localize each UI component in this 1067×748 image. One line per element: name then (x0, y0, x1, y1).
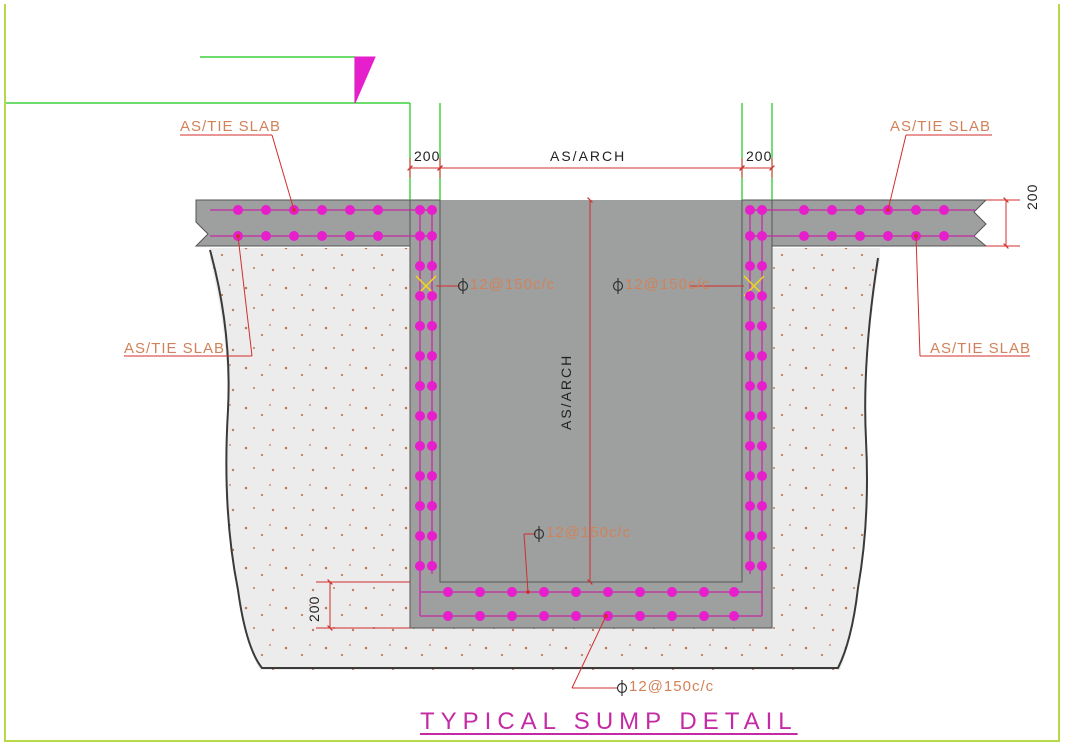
drawing-title: TYPICAL SUMP DETAIL (420, 708, 798, 736)
dim-slab-thk: 200 (1024, 184, 1040, 210)
callout-tie-br: AS/TIE SLAB (930, 340, 1031, 357)
section-marker (355, 57, 375, 103)
drawing-canvas (0, 0, 1067, 748)
dim-span: AS/ARCH (550, 148, 626, 164)
dim-base-thk: 200 (306, 596, 322, 622)
callout-tie-tl: AS/TIE SLAB (180, 118, 281, 135)
rebar-label-2: 12@150c/c (625, 276, 710, 293)
rebar-label-1: 12@150c/c (470, 276, 555, 293)
callout-tie-bl: AS/TIE SLAB (124, 340, 225, 357)
rebar-label-3: 12@150c/c (546, 524, 631, 541)
concrete-sump (410, 200, 772, 628)
dim-wall-left: 200 (414, 148, 440, 164)
rebar-label-4: 12@150c/c (629, 678, 714, 695)
dim-wall-right: 200 (746, 148, 772, 164)
dim-depth: AS/ARCH (558, 354, 574, 430)
callout-tie-tr: AS/TIE SLAB (890, 118, 991, 135)
green-lines (6, 57, 772, 200)
